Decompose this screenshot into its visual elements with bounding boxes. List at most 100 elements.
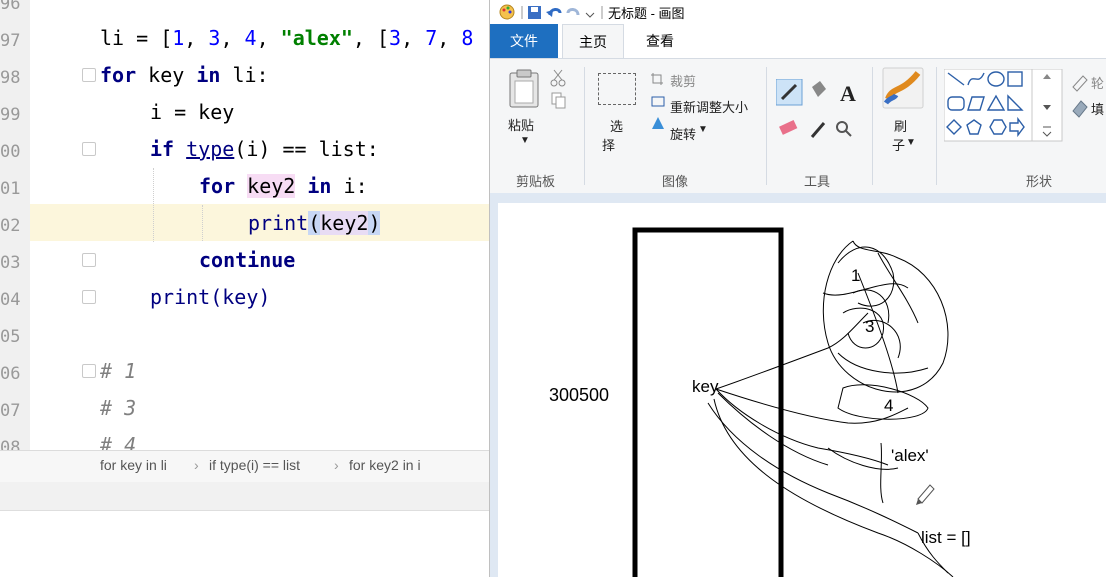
crop-button[interactable]: 裁剪 [670, 71, 696, 90]
brushes-button-line1[interactable]: 刷 [894, 116, 907, 135]
rotate-button[interactable]: 旋转 [670, 124, 696, 143]
fold-end-marker-icon[interactable] [82, 290, 96, 304]
code-line-102[interactable]: print(key2) [248, 205, 381, 242]
copy-icon[interactable] [551, 92, 566, 109]
image-group-label: 图像 [662, 174, 689, 189]
eraser-icon[interactable] [779, 119, 798, 135]
fill-button[interactable]: 填 [1091, 99, 1104, 118]
code-line-103[interactable]: continue [199, 242, 295, 279]
code-token: , [ [352, 26, 390, 50]
select-button-line2[interactable]: 择 [602, 135, 615, 154]
save-icon[interactable] [528, 6, 541, 19]
group-divider [936, 67, 937, 185]
brushes-button-line2[interactable]: 子 [892, 135, 905, 154]
ribbon: 粘贴 ▼ 剪贴板 选 择 裁剪 重新调整大小 旋转 ▼ 图像 A 工具 刷 子 … [490, 58, 1106, 194]
select-button-line1[interactable]: 选 [610, 116, 623, 135]
code-token: (i) == list: [234, 137, 379, 161]
brushes-icon[interactable] [882, 67, 926, 111]
line-number: 03 [0, 253, 21, 273]
code-line-100[interactable]: if type(i) == list: [150, 131, 379, 168]
code-token: print [248, 211, 309, 235]
cut-icon[interactable] [550, 69, 566, 87]
tab-file[interactable]: 文件 [490, 24, 558, 58]
line-number: 00 [0, 142, 21, 162]
select-icon[interactable] [598, 73, 636, 105]
rotate-icon[interactable] [652, 117, 664, 129]
resize-icon[interactable] [651, 96, 665, 107]
shapes-group-label: 形状 [1026, 174, 1053, 189]
line-number: 07 [0, 401, 21, 421]
canvas-text-4: 4 [884, 396, 894, 415]
canvas-workspace: 300500 key 1 3 4 'alex' list = [] [490, 193, 1106, 577]
customize-quick-access-icon[interactable] [585, 12, 595, 18]
clipboard-icons [509, 69, 566, 109]
code-line-107[interactable]: # 3 [100, 390, 136, 427]
tab-home[interactable]: 主页 [562, 24, 624, 59]
tab-view[interactable]: 查看 [630, 24, 690, 58]
code-token: for [199, 174, 236, 198]
window-title: 无标题 - 画图 [608, 6, 685, 21]
fold-marker-icon[interactable] [82, 364, 96, 378]
drawing-canvas[interactable]: 300500 key 1 3 4 'alex' list = [] [498, 203, 1106, 577]
resize-button[interactable]: 重新调整大小 [670, 97, 748, 116]
breadcrumb-item[interactable]: if type(i) == list [209, 457, 300, 473]
canvas-text-list: list = [] [921, 528, 971, 547]
shapes-gallery[interactable] [944, 69, 1064, 143]
code-token: ( [308, 211, 321, 235]
pencil-cursor-icon [916, 484, 935, 505]
code-token: in [307, 174, 332, 198]
indent-guide [202, 205, 203, 241]
fold-marker-icon[interactable] [82, 68, 96, 82]
undo-icon[interactable] [546, 8, 562, 17]
code-line-101[interactable]: for key2 in i: [199, 168, 368, 205]
shape-fill-icon[interactable] [1072, 100, 1088, 118]
code-line-104[interactable]: print(key) [150, 279, 270, 316]
ribbon-tabs: 文件 主页 查看 [490, 24, 1106, 59]
redo-icon[interactable] [566, 8, 580, 16]
text-tool-icon[interactable]: A [840, 81, 856, 107]
breadcrumb-item[interactable]: for key2 in i [349, 457, 421, 473]
paint-window: 无标题 - 画图 文件 主页 查看 粘贴 ▼ 剪贴板 选 择 裁剪 重新调整大小… [489, 0, 1106, 577]
code-token: , [401, 26, 426, 50]
image-tool-icons [651, 73, 665, 129]
code-token: 1 [172, 26, 185, 50]
fill-bucket-icon[interactable] [812, 81, 826, 97]
shape-outline-icon[interactable] [1072, 75, 1088, 92]
code-token: key [136, 63, 197, 87]
code-token: for [100, 63, 137, 87]
canvas-text-alex: 'alex' [891, 446, 929, 465]
code-line-106[interactable]: # 1 [100, 353, 136, 390]
drawn-scribbles [707, 240, 954, 577]
fold-end-marker-icon[interactable] [82, 253, 96, 267]
code-token: , [220, 26, 245, 50]
line-number: 02 [0, 216, 21, 236]
paste-icon[interactable] [509, 69, 539, 108]
code-line-99[interactable]: i = key [150, 94, 234, 131]
canvas-text-number: 300500 [549, 385, 610, 405]
rotate-dropdown-icon[interactable]: ▼ [698, 124, 708, 135]
breadcrumb-item[interactable]: for key in li [100, 457, 167, 473]
code-token: li: [220, 63, 269, 87]
crop-icon[interactable] [651, 73, 663, 85]
code-token: 7 [425, 26, 438, 50]
code-token: 3 [208, 26, 221, 50]
line-number: 05 [0, 327, 21, 347]
paste-dropdown-icon[interactable]: ▼ [520, 135, 530, 146]
code-token: key2 [247, 174, 296, 198]
code-editor[interactable]: 96 97 98 99 00 01 02 03 04 05 06 07 08 l… [0, 0, 490, 577]
code-line-98[interactable]: for key in li: [100, 57, 269, 94]
outline-button[interactable]: 轮 [1091, 73, 1104, 92]
title-bar: 无标题 - 画图 [490, 0, 1106, 24]
fold-marker-icon[interactable] [82, 142, 96, 156]
code-line-97[interactable]: li = [1, 3, 4, "alex", [3, 7, 8 [100, 20, 473, 57]
paste-button[interactable]: 粘贴 [508, 115, 534, 134]
code-token: 8 [461, 26, 474, 50]
quick-access-toolbar [499, 4, 603, 20]
brushes-dropdown-icon[interactable]: ▼ [906, 137, 916, 148]
color-picker-icon[interactable] [810, 122, 826, 138]
code-token: type [186, 137, 235, 161]
magnifier-icon[interactable] [836, 121, 852, 137]
canvas-text-key: key [692, 377, 719, 396]
